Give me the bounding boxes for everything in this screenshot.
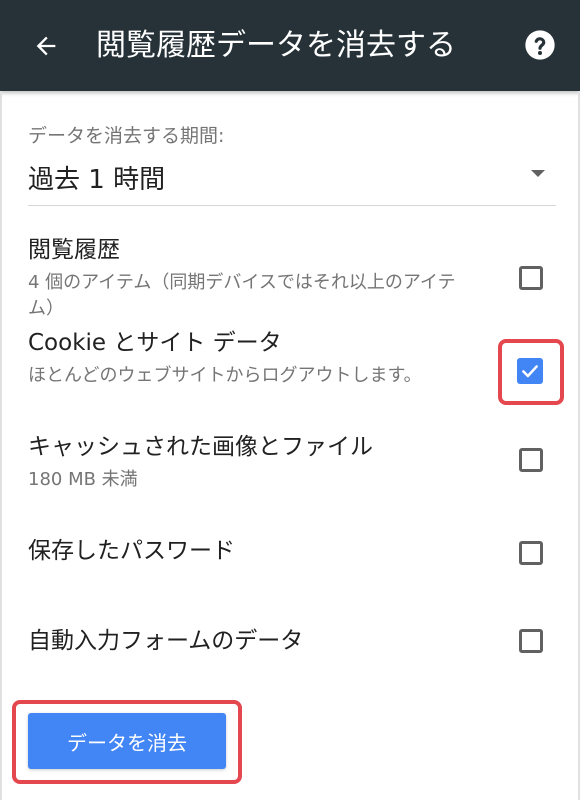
option-subtitle: 4 個のアイテム（同期デバイスではそれ以上のアイテム）	[28, 272, 456, 319]
app-bar: 閲覧履歴データを消去する	[0, 0, 580, 91]
option-title: キャッシュされた画像とファイル	[28, 434, 373, 460]
option-browsing-history[interactable]: 閲覧履歴 4 個のアイテム（同期デバイスではそれ以上のアイテム）	[28, 234, 556, 319]
dropdown-arrow-icon	[531, 170, 545, 177]
cache-checkbox[interactable]	[519, 448, 543, 472]
autofill-checkbox[interactable]	[519, 629, 543, 653]
help-icon	[525, 30, 555, 60]
passwords-checkbox[interactable]	[519, 541, 543, 565]
checkmark-icon	[522, 365, 538, 378]
option-autofill[interactable]: 自動入力フォームのデータ	[28, 625, 556, 661]
option-cache[interactable]: キャッシュされた画像とファイル 180 MB 未満	[28, 431, 556, 491]
option-cookies[interactable]: Cookie とサイト データ ほとんどのウェブサイトからログアウトします。	[28, 327, 556, 407]
arrow-back-icon	[36, 36, 56, 56]
option-passwords[interactable]: 保存したパスワード	[28, 535, 556, 571]
browsing-history-checkbox[interactable]	[519, 266, 543, 290]
option-subtitle: ほとんどのウェブサイトからログアウトします。	[28, 365, 422, 386]
clear-data-button[interactable]: データを消去	[28, 713, 226, 769]
settings-panel: データを消去する期間: 過去 1 時間 閲覧履歴 4 個のアイテム（同期デバイス…	[0, 91, 580, 800]
help-button[interactable]	[524, 29, 556, 61]
period-label: データを消去する期間:	[28, 125, 225, 147]
option-title: 自動入力フォームのデータ	[28, 628, 304, 654]
option-subtitle: 180 MB 未満	[28, 469, 138, 490]
time-range-dropdown[interactable]: 過去 1 時間	[28, 155, 556, 206]
cookies-checkbox[interactable]	[517, 358, 543, 384]
option-title: 閲覧履歴	[28, 237, 120, 263]
option-title: Cookie とサイト データ	[28, 330, 282, 356]
page-title: 閲覧履歴データを消去する	[96, 28, 456, 63]
option-title: 保存したパスワード	[28, 538, 235, 564]
back-button[interactable]	[26, 26, 66, 66]
time-range-value: 過去 1 時間	[28, 165, 166, 195]
